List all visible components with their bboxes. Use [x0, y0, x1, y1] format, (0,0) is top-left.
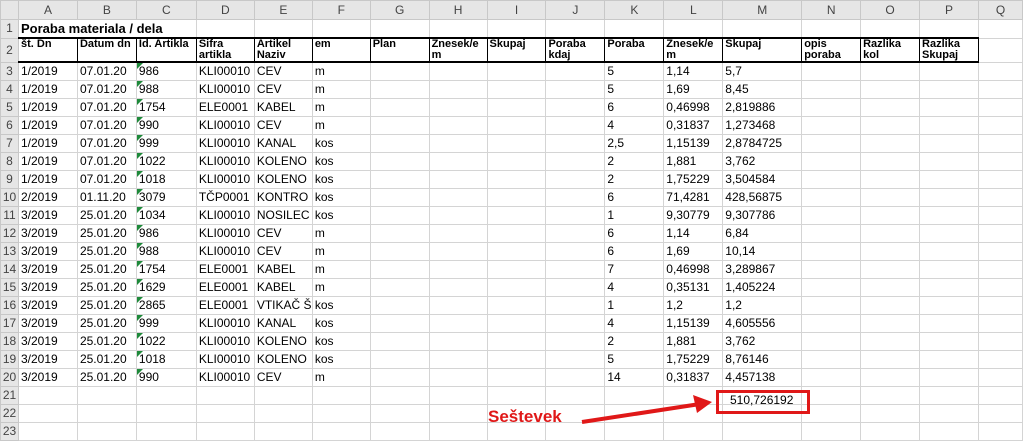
- annotation-label: Seštevek: [488, 407, 562, 426]
- annotation-arrow-icon: [581, 395, 712, 424]
